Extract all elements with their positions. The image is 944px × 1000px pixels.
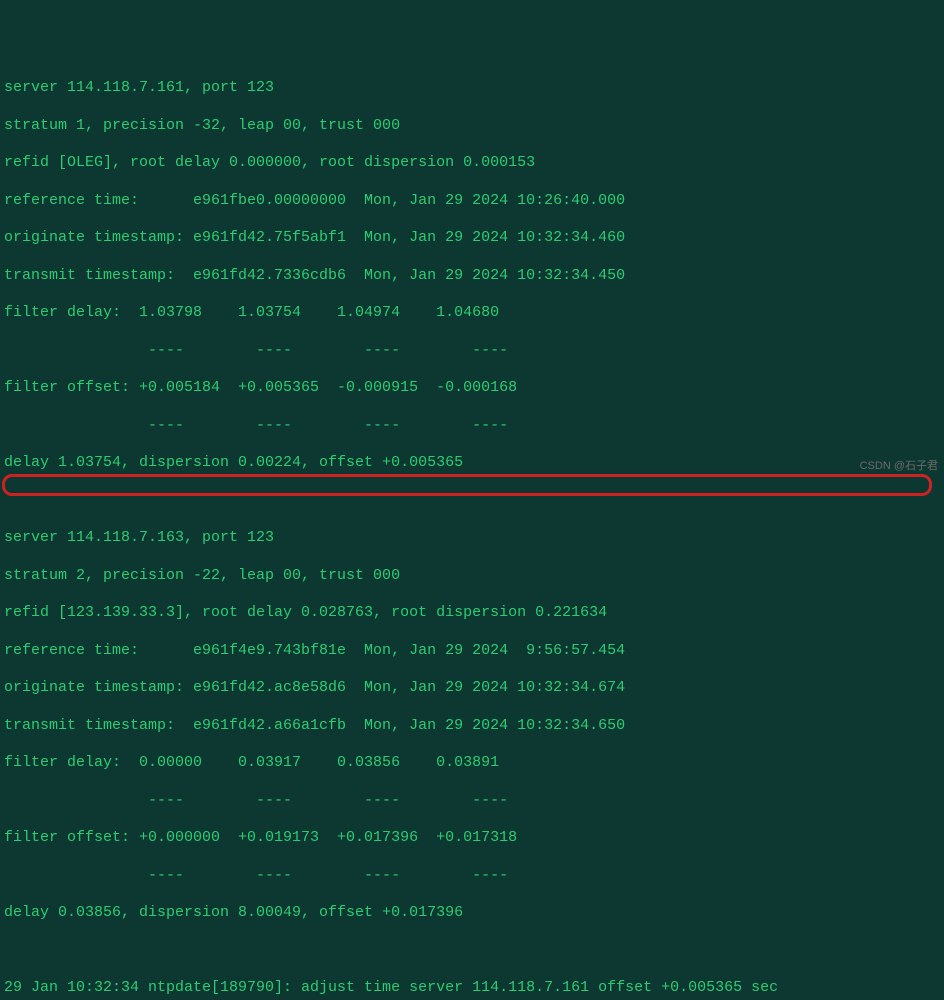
server2-transmit-timestamp: transmit timestamp: e961fd42.a66a1cfb Mo… (4, 717, 944, 736)
blank-line (4, 492, 944, 511)
server2-filter-offset: filter offset: +0.000000 +0.019173 +0.01… (4, 829, 944, 848)
server1-reference-time: reference time: e961fbe0.00000000 Mon, J… (4, 192, 944, 211)
server2-originate-timestamp: originate timestamp: e961fd42.ac8e58d6 M… (4, 679, 944, 698)
server2-filter-delay-dashes: ---- ---- ---- ---- (4, 792, 944, 811)
server1-filter-offset: filter offset: +0.005184 +0.005365 -0.00… (4, 379, 944, 398)
server1-filter-offset-dashes: ---- ---- ---- ---- (4, 417, 944, 436)
server1-filter-delay-dashes: ---- ---- ---- ---- (4, 342, 944, 361)
watermark: CSDN @石子君 (860, 460, 938, 474)
server1-transmit-timestamp: transmit timestamp: e961fd42.7336cdb6 Mo… (4, 267, 944, 286)
server2-reference-time: reference time: e961f4e9.743bf81e Mon, J… (4, 642, 944, 661)
server1-summary: delay 1.03754, dispersion 0.00224, offse… (4, 454, 944, 473)
server1-header: server 114.118.7.161, port 123 (4, 79, 944, 98)
server2-filter-delay: filter delay: 0.00000 0.03917 0.03856 0.… (4, 754, 944, 773)
server2-filter-offset-dashes: ---- ---- ---- ---- (4, 867, 944, 886)
server1-refid: refid [OLEG], root delay 0.000000, root … (4, 154, 944, 173)
server2-header: server 114.118.7.163, port 123 (4, 529, 944, 548)
server1-stratum: stratum 1, precision -32, leap 00, trust… (4, 117, 944, 136)
server2-stratum: stratum 2, precision -22, leap 00, trust… (4, 567, 944, 586)
server2-summary: delay 0.03856, dispersion 8.00049, offse… (4, 904, 944, 923)
blank-line-2 (4, 942, 944, 961)
server1-originate-timestamp: originate timestamp: e961fd42.75f5abf1 M… (4, 229, 944, 248)
ntpdate-result: 29 Jan 10:32:34 ntpdate[189790]: adjust … (4, 979, 944, 998)
server2-refid: refid [123.139.33.3], root delay 0.02876… (4, 604, 944, 623)
server1-filter-delay: filter delay: 1.03798 1.03754 1.04974 1.… (4, 304, 944, 323)
